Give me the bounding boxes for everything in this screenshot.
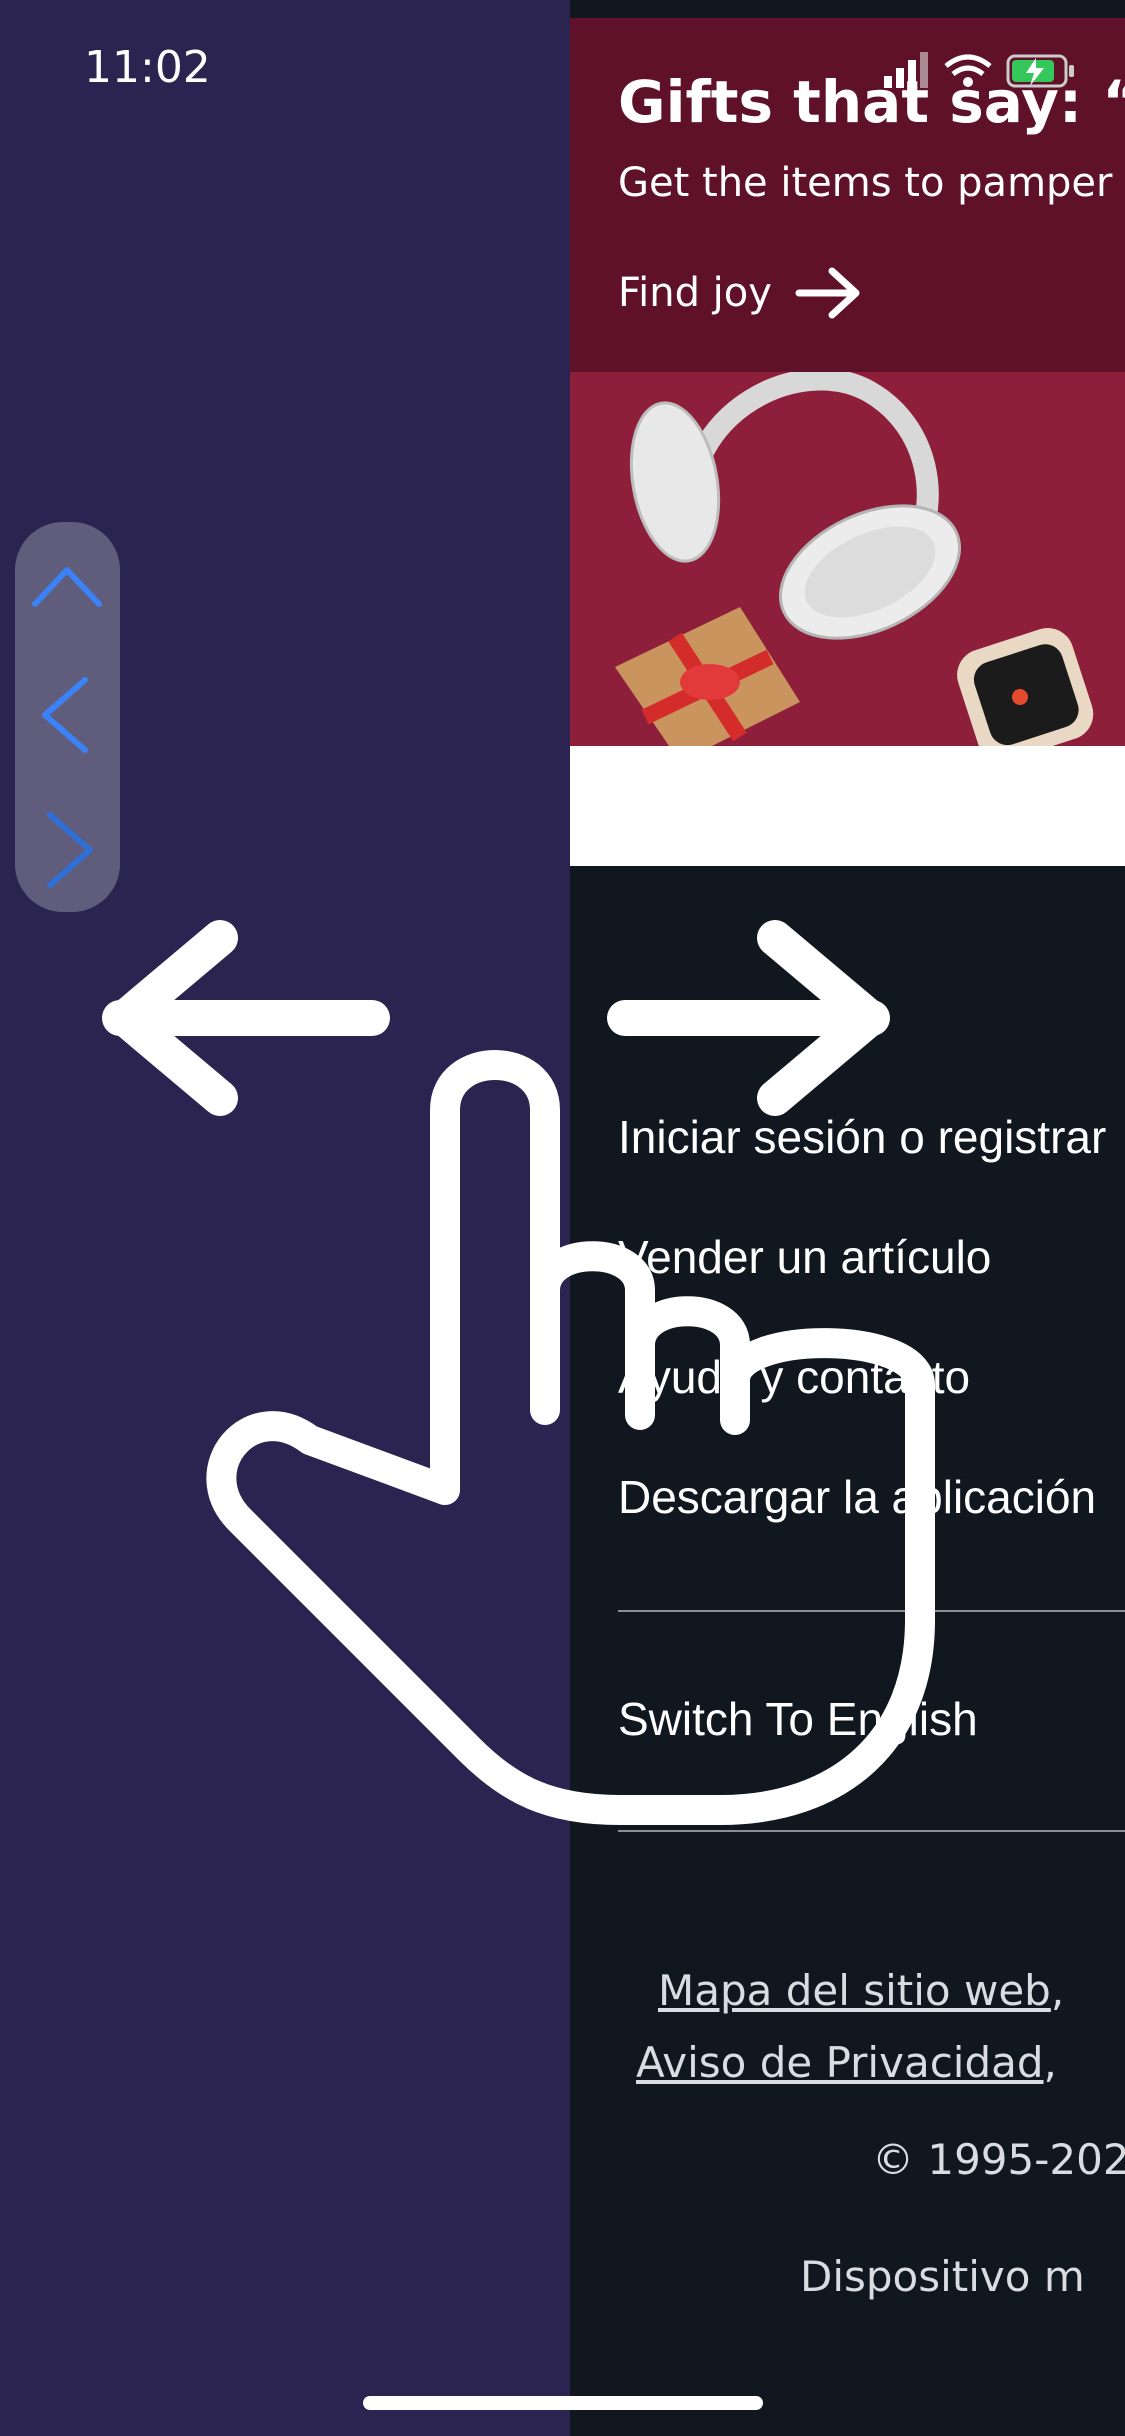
gift-box-image [615,607,800,746]
up-chevron-icon[interactable] [32,567,102,607]
footer-separator: , [1050,1966,1065,2015]
signal-icon [884,52,928,88]
device-text: Dispositivo m [800,2252,1085,2301]
battery-charging-icon [1006,54,1074,88]
footer-links-row-1: Mapa del sitio web, [658,1966,1064,2015]
divider [618,1830,1125,1832]
web-page-panel: Gifts that say: “W Get the items to pamp… [570,0,1125,2436]
sitemap-link[interactable]: Mapa del sitio web [658,1966,1051,2015]
menu-item-download-app[interactable]: Descargar la aplicación [618,1470,1096,1524]
left-panel: 11:02 [0,0,570,2436]
home-indicator[interactable] [363,2396,763,2410]
privacy-link[interactable]: Aviso de Privacidad [636,2038,1044,2087]
footer-links-row-2: Aviso de Privacidad, [636,2038,1057,2087]
footer-separator: , [1043,2038,1057,2087]
status-time: 11:02 [84,42,211,93]
divider [618,1610,1125,1612]
right-chevron-icon[interactable] [47,812,93,888]
headphones-image [629,372,962,640]
menu-item-help[interactable]: Ayuda y contacto [618,1350,970,1404]
copyright-text: © 1995-202 [872,2135,1125,2184]
status-icons [876,48,1086,103]
left-chevron-icon[interactable] [42,677,88,753]
menu-item-signin[interactable]: Iniciar sesión o registrar [618,1110,1106,1164]
promo-image[interactable] [570,372,1125,746]
smartwatch-image [957,628,1094,746]
find-joy-label: Find joy [618,270,772,316]
white-spacer [570,746,1125,866]
find-joy-link[interactable]: Find joy [618,263,864,323]
promo-subtitle: Get the items to pamper [618,160,1113,206]
scroll-nav-pill [15,522,120,912]
arrow-right-icon [795,267,860,319]
language-switch[interactable]: Switch To English [618,1692,978,1746]
wifi-icon [944,54,992,87]
menu-item-sell[interactable]: Vender un artículo [618,1230,991,1284]
